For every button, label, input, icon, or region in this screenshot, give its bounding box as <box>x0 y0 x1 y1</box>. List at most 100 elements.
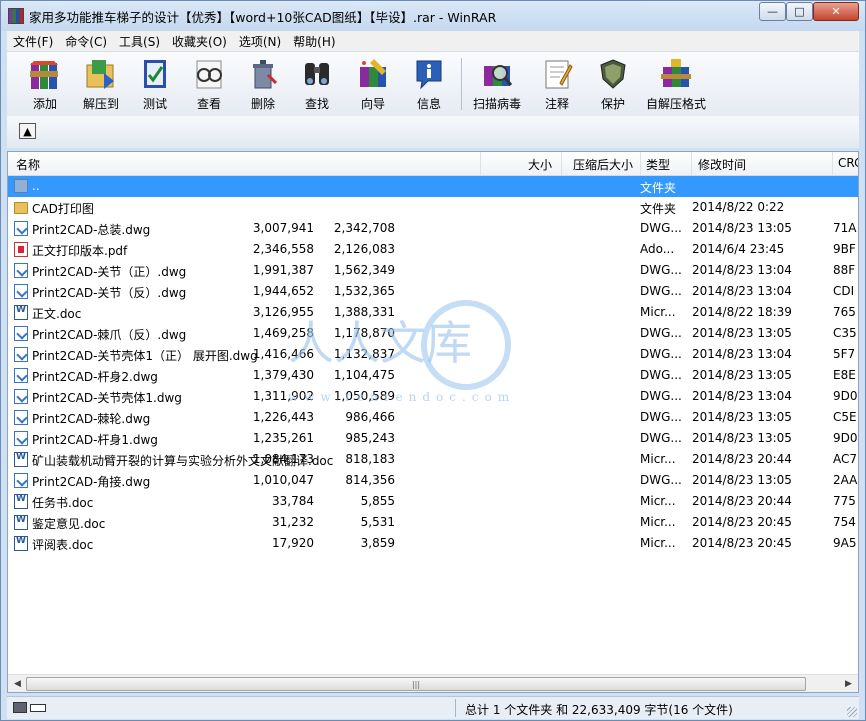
resize-grip-icon[interactable] <box>847 707 857 717</box>
scroll-right-icon[interactable]: ▶ <box>840 676 857 692</box>
menu-commands[interactable]: 命令(C) <box>59 33 113 50</box>
file-list[interactable]: 名称 大小 压缩后大小 类型 修改时间 CRC .. 文件夹 CAD打印图 文件夹 20… <box>7 151 859 693</box>
file-row[interactable]: Print2CAD-杆身2.dwg 1,379,430 1,104,475 DWG..… <box>8 365 858 386</box>
column-name[interactable]: 名称 <box>16 156 40 173</box>
title-bar[interactable]: 家用多功能推车梯子的设计【优秀】【word+10张CAD图纸】【毕设】.rar … <box>1 1 865 31</box>
file-size: 31,232 <box>272 515 314 529</box>
find-button[interactable]: 查找 <box>289 56 345 114</box>
file-row[interactable]: Print2CAD-关节（反）.dwg 1,944,652 1,532,365 DWG… <box>8 281 858 302</box>
file-packed-size: 5,855 <box>360 494 395 508</box>
maximize-icon: □ <box>794 5 805 18</box>
file-type: DWG... <box>640 347 682 361</box>
protect-label: 保护 <box>600 97 625 111</box>
dwg-file-icon <box>14 389 28 404</box>
file-packed-size: 1,104,475 <box>333 368 395 382</box>
menu-file[interactable]: 文件(F) <box>7 33 59 50</box>
toolbar: 添加 解压到 测试 查看 删除 查找 向导 信息 扫描病毒 注释 保护 自解压格… <box>7 51 859 117</box>
dwg-file-icon <box>14 221 28 236</box>
maximize-button[interactable]: □ <box>786 2 813 21</box>
info-button[interactable]: 信息 <box>401 56 457 114</box>
menu-favorites[interactable]: 收藏夹(O) <box>166 33 233 50</box>
disk-icon[interactable] <box>13 702 27 713</box>
column-size[interactable]: 大小 <box>528 156 552 173</box>
file-row[interactable]: 鉴定意见.doc 31,232 5,531 Micr... 2014/8/23 20:4… <box>8 512 858 533</box>
info-label: 信息 <box>416 97 441 111</box>
file-row[interactable]: Print2CAD-棘轮.dwg 1,226,443 986,466 DWG... 20… <box>8 407 858 428</box>
close-button[interactable]: ✕ <box>813 2 859 21</box>
file-row[interactable]: CAD打印图 文件夹 2014/8/22 0:22 <box>8 197 858 218</box>
view-button[interactable]: 查看 <box>181 56 237 114</box>
column-header: 名称 大小 压缩后大小 类型 修改时间 CRC <box>8 152 858 176</box>
file-packed-size: 1,178,870 <box>333 326 395 340</box>
horizontal-scrollbar[interactable]: ◀ ||| ▶ <box>8 674 858 692</box>
column-crc[interactable]: CRC <box>838 156 858 170</box>
comment-icon <box>539 56 575 92</box>
file-row[interactable]: 正文.doc 3,126,955 1,388,331 Micr... 2014/8/22… <box>8 302 858 323</box>
comment-button[interactable]: 注释 <box>529 56 585 114</box>
file-row[interactable]: .. 文件夹 <box>8 176 858 197</box>
path-bar: ▲ <box>7 116 859 148</box>
wizard-button[interactable]: 向导 <box>345 56 401 114</box>
file-packed-size: 986,466 <box>345 410 395 424</box>
file-size: 33,784 <box>272 494 314 508</box>
file-row[interactable]: 评阅表.doc 17,920 3,859 Micr... 2014/8/23 20:45… <box>8 533 858 554</box>
file-modified: 2014/8/23 13:05 <box>692 368 792 382</box>
dwg-file-icon <box>14 410 28 425</box>
file-row[interactable]: Print2CAD-关节壳体1.dwg 1,311,902 1,050,589 DWG… <box>8 386 858 407</box>
column-packed[interactable]: 压缩后大小 <box>573 156 633 173</box>
status-summary: 总计 1 个文件夹 和 22,633,409 字节(16 个文件) <box>465 703 733 717</box>
file-size: 1,416,466 <box>252 347 314 361</box>
file-type: 文件夹 <box>640 202 677 216</box>
file-packed-size: 814,356 <box>345 473 395 487</box>
extract-to-button[interactable]: 解压到 <box>73 56 129 114</box>
file-packed-size: 3,859 <box>360 536 395 550</box>
file-name: Print2CAD-杆身2.dwg <box>32 370 158 384</box>
scroll-left-icon[interactable]: ◀ <box>9 676 26 692</box>
file-modified: 2014/8/23 13:05 <box>692 410 792 424</box>
virus-scan-button[interactable]: 扫描病毒 <box>465 56 529 114</box>
file-row[interactable]: 正文打印版本.pdf 2,346,558 2,126,083 Ado... 2014/6… <box>8 239 858 260</box>
file-size: 1,469,258 <box>252 326 314 340</box>
file-modified: 2014/8/23 20:45 <box>692 515 792 529</box>
view-icon <box>191 56 227 92</box>
up-folder-button[interactable]: ▲ <box>19 123 36 139</box>
scroll-thumb[interactable]: ||| <box>26 677 806 691</box>
file-size: 1,311,902 <box>252 389 314 403</box>
file-row[interactable]: 任务书.doc 33,784 5,855 Micr... 2014/8/23 20:44… <box>8 491 858 512</box>
file-modified: 2014/6/4 23:45 <box>692 242 785 256</box>
file-crc: CDI <box>833 284 855 298</box>
menu-help[interactable]: 帮助(H) <box>287 33 341 50</box>
file-modified: 2014/8/23 13:04 <box>692 389 792 403</box>
key-icon[interactable] <box>30 704 46 712</box>
delete-button[interactable]: 删除 <box>237 56 289 114</box>
file-name: CAD打印图 <box>32 202 94 216</box>
file-row[interactable]: Print2CAD-关节壳体1（正） 展开图.dwg 1,416,466 1,132… <box>8 344 858 365</box>
column-modified[interactable]: 修改时间 <box>698 156 746 173</box>
menu-options[interactable]: 选项(N) <box>233 33 287 50</box>
minimize-button[interactable]: — <box>759 2 786 21</box>
file-modified: 2014/8/23 13:05 <box>692 221 792 235</box>
file-row[interactable]: Print2CAD-棘爪（反）.dwg 1,469,258 1,178,870 DWG… <box>8 323 858 344</box>
window-title: 家用多功能推车梯子的设计【优秀】【word+10张CAD图纸】【毕设】.rar … <box>29 10 497 25</box>
file-row[interactable]: Print2CAD-杆身1.dwg 1,235,261 985,243 DWG... 2… <box>8 428 858 449</box>
winrar-app-icon[interactable] <box>8 8 24 24</box>
column-type[interactable]: 类型 <box>646 156 670 173</box>
add-button[interactable]: 添加 <box>17 56 73 114</box>
menu-tools[interactable]: 工具(S) <box>113 33 166 50</box>
file-row[interactable]: 矿山装载机动臂开裂的计算与实验分析外文文献翻译.doc1,084,173818,… <box>8 449 858 470</box>
test-button[interactable]: 测试 <box>129 56 181 114</box>
word-doc-icon <box>14 494 28 509</box>
protect-button[interactable]: 保护 <box>585 56 641 114</box>
up-arrow-icon: ▲ <box>23 124 32 138</box>
file-modified: 2014/8/23 13:04 <box>692 284 792 298</box>
sfx-button[interactable]: 自解压格式 <box>641 56 711 114</box>
file-crc: 9D0 <box>833 431 858 445</box>
file-packed-size: 5,531 <box>360 515 395 529</box>
dwg-file-icon <box>14 263 28 278</box>
file-crc: E8E <box>833 368 856 382</box>
file-row[interactable]: Print2CAD-总装.dwg 3,007,941 2,342,708 DWG...… <box>8 218 858 239</box>
file-row[interactable]: Print2CAD-关节（正）.dwg 1,991,387 1,562,349 DWG… <box>8 260 858 281</box>
file-modified: 2014/8/23 13:05 <box>692 431 792 445</box>
file-row[interactable]: Print2CAD-角接.dwg 1,010,047 814,356 DWG... 20… <box>8 470 858 491</box>
file-type: Ado... <box>640 242 675 256</box>
